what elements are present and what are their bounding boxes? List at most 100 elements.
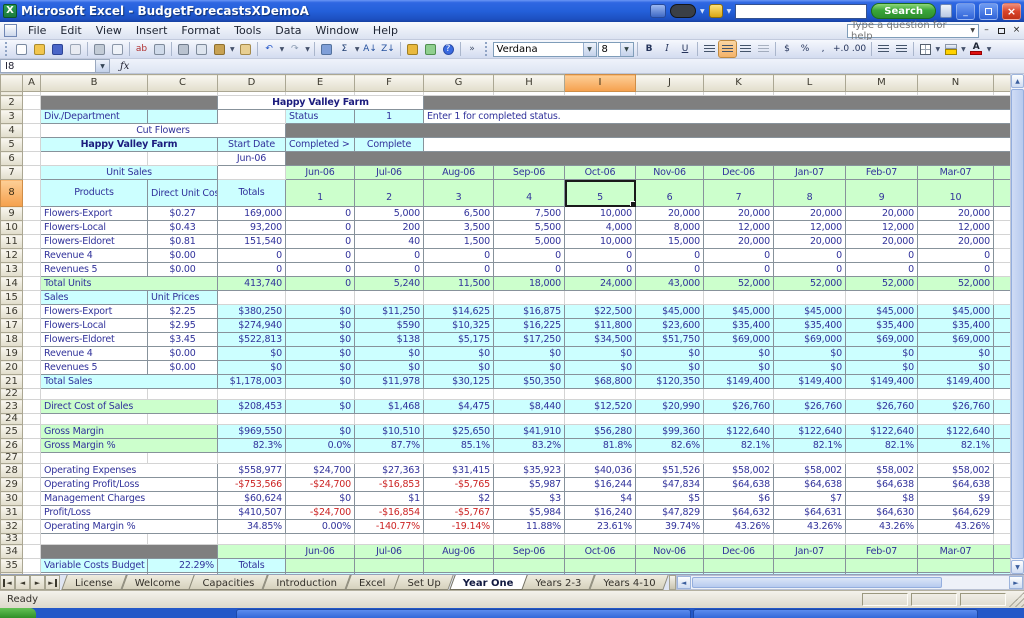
cell-E8[interactable]: 1	[286, 180, 355, 207]
cell-B28[interactable]: Operating Expenses	[41, 464, 218, 478]
cell-M7[interactable]: Feb-07	[846, 166, 918, 180]
cell-A9[interactable]	[23, 207, 41, 221]
cell-L36[interactable]: $33,302	[774, 573, 846, 575]
cell-I18[interactable]: $34,500	[565, 333, 636, 347]
cell-L34[interactable]: Jan-07	[774, 545, 846, 559]
cell-A2[interactable]	[23, 96, 41, 110]
cell-K30[interactable]: $6	[704, 492, 774, 506]
sheet-tab-capacities[interactable]: Capacities	[191, 575, 265, 590]
cell-L35[interactable]	[774, 559, 846, 573]
cell-O19[interactable]	[994, 347, 1011, 361]
cell-B30[interactable]: Management Charges	[41, 492, 218, 506]
cell-L30[interactable]: $7	[774, 492, 846, 506]
cell-G32[interactable]: -19.14%	[424, 520, 494, 534]
cell-G8[interactable]: 3	[424, 180, 494, 207]
cell-M16[interactable]: $45,000	[846, 305, 918, 319]
cell-H19[interactable]: $0	[494, 347, 565, 361]
cell-C20[interactable]: $0.00	[148, 361, 218, 375]
cell-N12[interactable]: 0	[918, 249, 994, 263]
start-button-edge[interactable]	[0, 608, 36, 618]
cell-B9[interactable]: Flowers-Export	[41, 207, 148, 221]
cell-M29[interactable]: $64,638	[846, 478, 918, 492]
cell-B31[interactable]: Profit/Loss	[41, 506, 218, 520]
insert-function-icon[interactable]: ƒx	[120, 61, 129, 72]
cell-O31[interactable]	[994, 506, 1011, 520]
cell-E36[interactable]: $0	[286, 573, 355, 575]
cell-H33[interactable]	[494, 534, 565, 545]
cell-J36[interactable]: $26,826	[636, 573, 704, 575]
row-header-10[interactable]: 10	[1, 221, 23, 235]
cell-J31[interactable]: $47,829	[636, 506, 704, 520]
cell-H20[interactable]: $0	[494, 361, 565, 375]
column-header-O[interactable]	[994, 75, 1011, 92]
cell-F33[interactable]	[355, 534, 424, 545]
cell-N23[interactable]: $26,760	[918, 400, 994, 414]
cell-E35[interactable]	[286, 559, 355, 573]
cell-K26[interactable]: 82.1%	[704, 439, 774, 453]
cell-J20[interactable]: $0	[636, 361, 704, 375]
sheet-tab-year-one[interactable]: Year One	[452, 575, 525, 590]
cell-G36[interactable]: $6,715	[424, 573, 494, 575]
first-sheet-button[interactable]: ◄	[0, 575, 15, 590]
cell-B36[interactable]: Variable Costs	[41, 573, 148, 575]
cell-O20[interactable]	[994, 361, 1011, 375]
help-dropdown-icon[interactable]: ▼	[970, 27, 975, 34]
cell-F27[interactable]	[355, 453, 424, 464]
cell-E17[interactable]: $0	[286, 319, 355, 333]
cell-C11[interactable]: $0.81	[148, 235, 218, 249]
cell-K34[interactable]: Dec-06	[704, 545, 774, 559]
cell-M11[interactable]: 20,000	[846, 235, 918, 249]
cell-E24[interactable]	[286, 414, 355, 425]
cell-H30[interactable]: $3	[494, 492, 565, 506]
cell-C33[interactable]	[148, 534, 218, 545]
cell-A15[interactable]	[23, 291, 41, 305]
title-search-input[interactable]	[735, 4, 867, 19]
cell-J30[interactable]: $5	[636, 492, 704, 506]
cell-F25[interactable]: $10,510	[355, 425, 424, 439]
cell-A33[interactable]	[23, 534, 41, 545]
cell-K24[interactable]	[704, 414, 774, 425]
menu-window[interactable]: Window	[309, 23, 366, 38]
row-header-24[interactable]: 24	[1, 414, 23, 425]
cell-L33[interactable]	[774, 534, 846, 545]
cell-I31[interactable]: $16,240	[565, 506, 636, 520]
cell-N22[interactable]	[918, 389, 994, 400]
cell-E10[interactable]: 0	[286, 221, 355, 235]
help-question-box[interactable]: Type a question for help ▼	[847, 24, 979, 38]
row-header-32[interactable]: 32	[1, 520, 23, 534]
cell-H17[interactable]: $16,225	[494, 319, 565, 333]
bold-icon[interactable]: B	[641, 41, 658, 57]
cell-A10[interactable]	[23, 221, 41, 235]
help-icon[interactable]: ?	[440, 41, 457, 57]
cell-B13[interactable]: Revenues 5	[41, 263, 148, 277]
tab-split-handle[interactable]	[669, 575, 676, 590]
cell-B19[interactable]: Revenue 4	[41, 347, 148, 361]
cell-F17[interactable]: $590	[355, 319, 424, 333]
cell-A3[interactable]	[23, 110, 41, 124]
cell-D34[interactable]	[218, 545, 286, 559]
cell-E31[interactable]: -$24,700	[286, 506, 355, 520]
sort-ascending-icon[interactable]: A↓	[362, 41, 379, 57]
cell-D9[interactable]: 169,000	[218, 207, 286, 221]
cell-G14[interactable]: 11,500	[424, 277, 494, 291]
cell-N34[interactable]: Mar-07	[918, 545, 994, 559]
cell-I20[interactable]: $0	[565, 361, 636, 375]
cell-O28[interactable]	[994, 464, 1011, 478]
cell-I21[interactable]: $68,800	[565, 375, 636, 389]
cell-H21[interactable]: $50,350	[494, 375, 565, 389]
cell-O7[interactable]	[994, 166, 1011, 180]
cell-F28[interactable]: $27,363	[355, 464, 424, 478]
row-header-8[interactable]: 8	[1, 180, 23, 207]
cell-B23[interactable]: Direct Cost of Sales	[41, 400, 218, 414]
cell-I36[interactable]: $15,336	[565, 573, 636, 575]
cell-J8[interactable]: 6	[636, 180, 704, 207]
column-header-M[interactable]: M	[846, 75, 918, 92]
cell-L15[interactable]	[774, 291, 846, 305]
cell-J26[interactable]: 82.6%	[636, 439, 704, 453]
cell-K17[interactable]: $35,400	[704, 319, 774, 333]
cell-O8[interactable]	[994, 180, 1011, 207]
cell-J9[interactable]: 20,000	[636, 207, 704, 221]
cell-A36[interactable]	[23, 573, 41, 575]
cell-J10[interactable]: 8,000	[636, 221, 704, 235]
cell-M17[interactable]: $35,400	[846, 319, 918, 333]
